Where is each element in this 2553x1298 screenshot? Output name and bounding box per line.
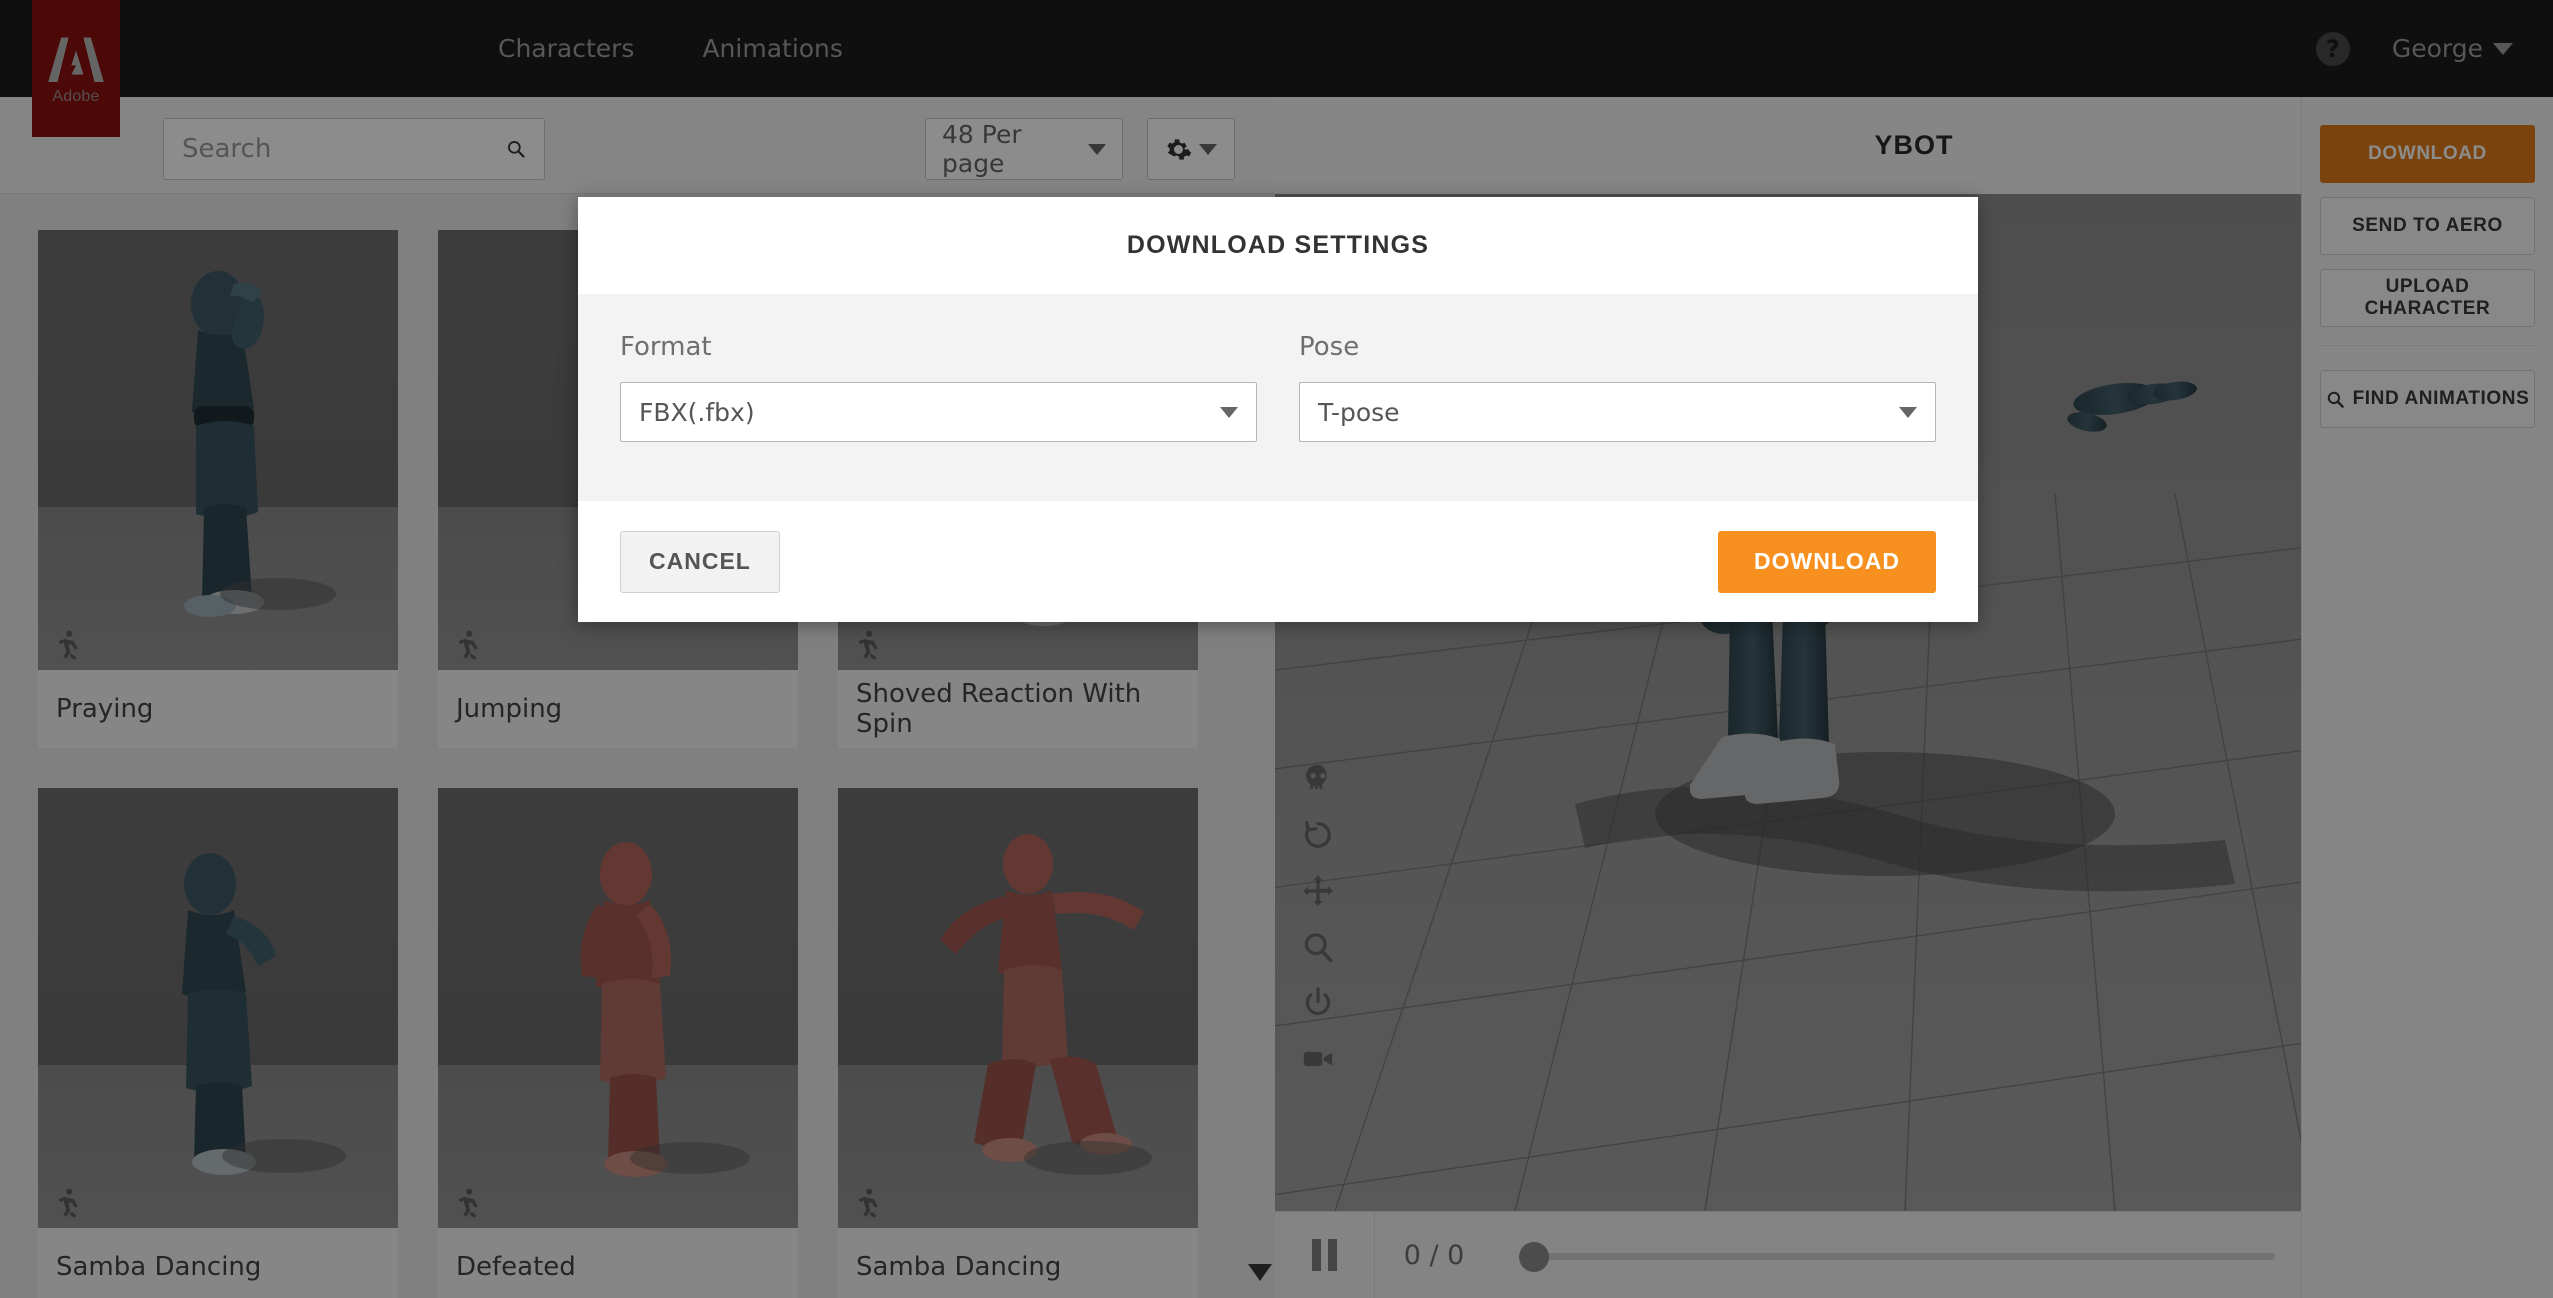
modal-overlay[interactable] <box>0 0 2553 1298</box>
download-settings-modal: DOWNLOAD SETTINGS Format FBX(.fbx) Pose … <box>578 197 1978 622</box>
modal-header: DOWNLOAD SETTINGS <box>578 197 1978 294</box>
format-label: Format <box>620 332 712 362</box>
format-select[interactable]: FBX(.fbx) <box>620 382 1257 442</box>
pose-select[interactable]: T-pose <box>1299 382 1936 442</box>
modal-title: DOWNLOAD SETTINGS <box>1126 231 1430 259</box>
modal-body: Format FBX(.fbx) Pose T-pose <box>578 294 1978 501</box>
pose-value: T-pose <box>1318 397 1400 427</box>
modal-footer: CANCEL DOWNLOAD <box>578 501 1978 622</box>
cancel-button[interactable]: CANCEL <box>620 530 780 593</box>
chevron-down-icon <box>1899 406 1917 418</box>
chevron-down-icon <box>1220 406 1238 418</box>
pose-field: Pose T-pose <box>1299 332 1936 501</box>
pose-label: Pose <box>1299 332 1360 362</box>
format-field: Format FBX(.fbx) <box>620 332 1257 501</box>
modal-download-button[interactable]: DOWNLOAD <box>1718 530 1936 593</box>
format-value: FBX(.fbx) <box>639 397 755 427</box>
